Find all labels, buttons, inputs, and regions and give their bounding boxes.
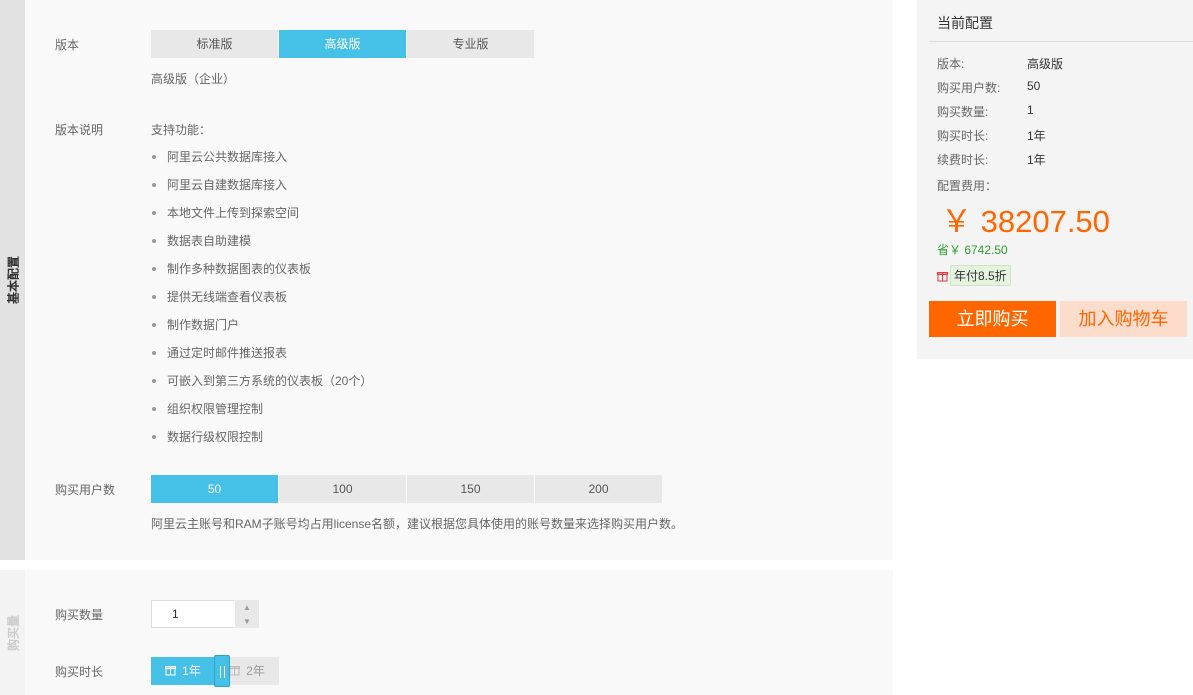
- summary-value: 1年: [1027, 129, 1046, 143]
- summary-key: 版本:: [937, 57, 965, 71]
- basic-config-panel: 版本 标准版 高级版 专业版 高级版（企业） 版本说明 支持功能： 阿里云公共数…: [25, 0, 893, 560]
- users-option-150[interactable]: 150: [407, 475, 535, 503]
- tab-basic-config-label: 基本配置: [6, 255, 20, 305]
- edition-option-professional[interactable]: 专业版: [407, 30, 535, 58]
- features-label: 版本说明: [55, 123, 104, 137]
- users-option-100[interactable]: 100: [279, 475, 407, 503]
- summary-divider: [929, 41, 1193, 42]
- users-option-200[interactable]: 200: [535, 475, 663, 503]
- quantity-panel: 购买数量 ▲ ▼ 购买时长 1年 2年: [25, 570, 893, 695]
- promo-tag: 年付8.5折: [937, 265, 1011, 286]
- fee-label: 配置费用：: [937, 179, 998, 193]
- summary-value: 高级版: [1027, 57, 1064, 71]
- list-item: 数据行级权限控制: [151, 428, 372, 456]
- users-note: 阿里云主账号和RAM子账号均占用license名额，建议根据您具体使用的账号数量…: [151, 517, 684, 531]
- duration-option-1y[interactable]: 1年: [151, 657, 215, 685]
- summary-key: 续费时长:: [937, 153, 989, 167]
- summary-key: 购买时长:: [937, 129, 989, 143]
- list-item: 制作数据门户: [151, 316, 372, 344]
- stepper-up-icon[interactable]: ▲: [235, 600, 259, 614]
- promo-badge: 年付8.5折: [950, 265, 1011, 286]
- summary-value: 50: [1027, 79, 1041, 93]
- users-label: 购买用户数: [55, 483, 116, 497]
- stepper-down-icon[interactable]: ▼: [235, 614, 259, 628]
- summary-key: 购买数量:: [937, 105, 989, 119]
- quantity-label: 购买数量: [55, 608, 104, 622]
- buy-now-button[interactable]: 立即购买: [929, 301, 1056, 337]
- users-selector: 50 100 150 200: [151, 475, 663, 503]
- edition-description: 高级版（企业）: [151, 72, 236, 86]
- quantity-input[interactable]: [152, 601, 236, 627]
- tab-quantity-label: 购买量: [6, 614, 20, 651]
- features-title: 支持功能：: [151, 123, 212, 137]
- users-option-50[interactable]: 50: [151, 475, 279, 503]
- list-item: 可嵌入到第三方系统的仪表板（20个）: [151, 372, 372, 400]
- list-item: 阿里云公共数据库接入: [151, 148, 372, 176]
- list-item: 本地文件上传到探索空间: [151, 204, 372, 232]
- duration-option-1y-label: 1年: [182, 664, 201, 678]
- quantity-stepper: ▲ ▼: [235, 600, 259, 628]
- summary-row-renewal: 续费时长: 1年: [937, 151, 1046, 168]
- edition-option-advanced[interactable]: 高级版: [279, 30, 407, 58]
- summary-row-duration: 购买时长: 1年: [937, 127, 1046, 144]
- add-to-cart-button[interactable]: 加入购物车: [1060, 301, 1187, 337]
- savings-text: 省￥ 6742.50: [937, 243, 1008, 257]
- gift-icon: [937, 270, 948, 282]
- summary-row-quantity: 购买数量: 1: [937, 103, 1034, 120]
- list-item: 阿里云自建数据库接入: [151, 176, 372, 204]
- summary-value: 1年: [1027, 153, 1046, 167]
- summary-row-users: 购买用户数: 50: [937, 79, 1040, 96]
- list-item: 通过定时邮件推送报表: [151, 344, 372, 372]
- edition-label: 版本: [55, 38, 80, 52]
- summary-key: 购买用户数:: [937, 81, 1001, 95]
- summary-row-edition: 版本: 高级版: [937, 55, 1063, 72]
- tab-quantity[interactable]: 购买量: [0, 570, 25, 695]
- list-item: 组织权限管理控制: [151, 400, 372, 428]
- edition-option-standard[interactable]: 标准版: [151, 30, 279, 58]
- duration-label: 购买时长: [55, 665, 104, 679]
- gift-icon: [165, 658, 177, 686]
- list-item: 制作多种数据图表的仪表板: [151, 260, 372, 288]
- list-item: 数据表自助建模: [151, 232, 372, 260]
- summary-value: 1: [1027, 103, 1034, 117]
- summary-title: 当前配置: [937, 15, 993, 31]
- list-item: 提供无线端查看仪表板: [151, 288, 372, 316]
- tab-basic-config[interactable]: 基本配置: [0, 0, 25, 560]
- feature-list: 阿里云公共数据库接入 阿里云自建数据库接入 本地文件上传到探索空间 数据表自助建…: [151, 148, 372, 456]
- gift-icon: [229, 658, 241, 686]
- duration-option-2y-label: 2年: [246, 664, 265, 678]
- duration-slider-handle[interactable]: [214, 655, 230, 687]
- edition-selector: 标准版 高级版 专业版: [151, 30, 535, 58]
- total-price: ￥ 38207.50: [941, 204, 1110, 239]
- config-summary: 当前配置 版本: 高级版 购买用户数: 50 购买数量: 1 购买时长: 1年 …: [917, 0, 1193, 359]
